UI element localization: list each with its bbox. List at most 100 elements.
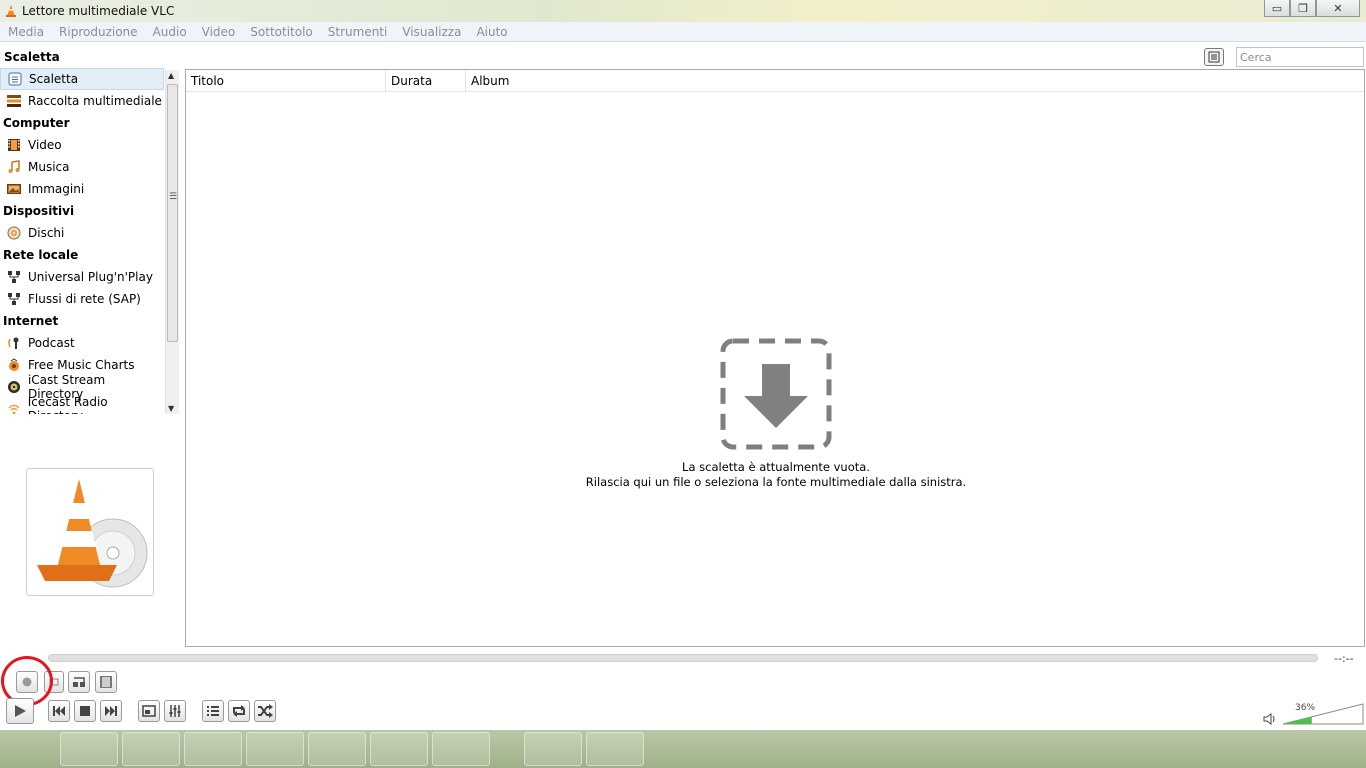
speaker-icon[interactable]	[1263, 712, 1277, 726]
empty-playlist-message: La scaletta è attualmente vuota. Rilasci…	[186, 460, 1366, 490]
vlc-cone-icon	[6, 5, 16, 17]
sidebar-item-video[interactable]: Video	[0, 134, 164, 156]
image-icon	[6, 181, 22, 197]
play-button[interactable]	[6, 698, 34, 724]
charts-icon	[6, 357, 22, 373]
loop-icon	[233, 705, 245, 717]
film-icon	[6, 137, 22, 153]
sidebar: Scaletta Scaletta Raccolta multimediale …	[0, 46, 182, 418]
column-header-durata[interactable]: Durata	[386, 70, 466, 92]
grip-icon: ☰	[169, 192, 178, 202]
loop-button[interactable]	[228, 700, 250, 722]
drop-file-icon	[720, 338, 832, 450]
column-header-album[interactable]: Album	[466, 70, 1364, 92]
taskbar-button[interactable]	[524, 732, 582, 766]
sidebar-item-musica[interactable]: Musica	[0, 156, 164, 178]
playlist-view-toggle-button[interactable]	[1204, 48, 1224, 66]
podcast-icon	[6, 335, 22, 351]
scroll-up-icon[interactable]: ▲	[168, 71, 174, 80]
menu-visualizza[interactable]: Visualizza	[402, 25, 461, 39]
network-icon	[6, 291, 22, 307]
sidebar-item-label: Video	[28, 138, 62, 152]
scrollbar-thumb[interactable]	[167, 84, 178, 342]
sidebar-item-label: Musica	[28, 160, 70, 174]
taskbar-button[interactable]	[246, 732, 304, 766]
sidebar-item-label: Scaletta	[29, 72, 79, 86]
menu-sottotitolo[interactable]: Sottotitolo	[250, 25, 312, 39]
fullscreen-icon	[142, 705, 156, 717]
taskbar-button[interactable]	[308, 732, 366, 766]
stop-icon	[80, 706, 90, 716]
toggle-playlist-button[interactable]	[202, 700, 224, 722]
menu-bar: Media Riproduzione Audio Video Sottotito…	[0, 22, 1366, 42]
sidebar-item-podcast[interactable]: Podcast	[0, 332, 164, 354]
window-controls: ▭ ❐ ✕	[1264, 0, 1360, 17]
album-artwork	[26, 468, 154, 596]
previous-icon	[53, 706, 65, 716]
empty-message-line-1: La scaletta è attualmente vuota.	[682, 460, 870, 474]
sidebar-category-internet: Internet	[3, 314, 59, 328]
sidebar-scrollbar[interactable]: ▲ ☰ ▼	[165, 70, 179, 414]
maximize-button[interactable]: ❐	[1290, 0, 1316, 17]
play-icon	[15, 705, 26, 717]
sidebar-category-dispositivi: Dispositivi	[3, 204, 75, 218]
playlist-header: Titolo Durata Album	[186, 70, 1364, 92]
sidebar-item-label: Podcast	[28, 336, 75, 350]
taskbar-button[interactable]	[586, 732, 644, 766]
taskbar-button[interactable]	[122, 732, 180, 766]
seek-slider[interactable]	[48, 654, 1318, 662]
radio-icon	[6, 401, 22, 414]
taskbar-button[interactable]	[432, 732, 490, 766]
sidebar-item-upnp[interactable]: Universal Plug'n'Play	[0, 266, 164, 288]
volume-slider[interactable]	[1282, 703, 1364, 725]
empty-message-line-2: Rilascia qui un file o seleziona la font…	[585, 475, 967, 489]
sidebar-item-label: Immagini	[28, 182, 85, 196]
stop-button[interactable]	[74, 700, 96, 722]
shuffle-icon	[258, 704, 273, 718]
frame-by-frame-button[interactable]	[95, 671, 117, 693]
frame-step-icon	[100, 676, 112, 688]
playlist-icon	[7, 71, 23, 87]
window-title: Lettore multimediale VLC	[22, 4, 175, 18]
fullscreen-button[interactable]	[138, 700, 160, 722]
menu-aiuto[interactable]: Aiuto	[476, 25, 507, 39]
close-button[interactable]: ✕	[1316, 0, 1360, 17]
scroll-down-icon[interactable]: ▼	[168, 404, 174, 413]
taskbar-button[interactable]	[60, 732, 118, 766]
time-display: --:--	[1334, 652, 1354, 665]
previous-button[interactable]	[48, 700, 70, 722]
menu-audio[interactable]: Audio	[153, 25, 187, 39]
shuffle-button[interactable]	[254, 700, 276, 722]
loop-ab-button[interactable]	[68, 671, 90, 693]
music-note-icon	[6, 159, 22, 175]
menu-video[interactable]: Video	[202, 25, 236, 39]
sidebar-item-dischi[interactable]: Dischi	[0, 222, 164, 244]
sidebar-item-raccolta[interactable]: Raccolta multimediale	[0, 90, 164, 112]
next-button[interactable]	[100, 700, 122, 722]
menu-media[interactable]: Media	[8, 25, 44, 39]
sidebar-item-immagini[interactable]: Immagini	[0, 178, 164, 200]
list-view-icon	[1208, 51, 1220, 63]
sidebar-item-icecast[interactable]: Icecast Radio Directory	[0, 395, 164, 414]
sidebar-item-label: Universal Plug'n'Play	[28, 270, 153, 284]
taskbar-button[interactable]	[370, 732, 428, 766]
menu-strumenti[interactable]: Strumenti	[328, 25, 388, 39]
sidebar-item-label: Dischi	[28, 226, 65, 240]
sidebar-item-label: Free Music Charts	[28, 358, 135, 372]
column-header-titolo[interactable]: Titolo	[186, 70, 386, 92]
sidebar-item-label: Raccolta multimediale	[28, 94, 162, 108]
library-icon	[6, 93, 22, 109]
minimize-button[interactable]: ▭	[1264, 0, 1290, 17]
menu-riproduzione[interactable]: Riproduzione	[59, 25, 138, 39]
globe-icon	[6, 379, 22, 395]
extended-settings-button[interactable]	[164, 700, 186, 722]
equalizer-icon	[169, 705, 181, 717]
playlist-view[interactable]: Titolo Durata Album La scaletta è attual…	[185, 69, 1365, 647]
sidebar-item-sap[interactable]: Flussi di rete (SAP)	[0, 288, 164, 310]
sidebar-list: Scaletta Raccolta multimediale Computer …	[0, 68, 164, 414]
sidebar-item-scaletta[interactable]: Scaletta	[0, 68, 164, 90]
search-input[interactable]	[1236, 47, 1364, 67]
taskbar-button[interactable]	[184, 732, 242, 766]
windows-taskbar	[0, 730, 1366, 768]
sidebar-category-computer: Computer	[3, 116, 70, 130]
